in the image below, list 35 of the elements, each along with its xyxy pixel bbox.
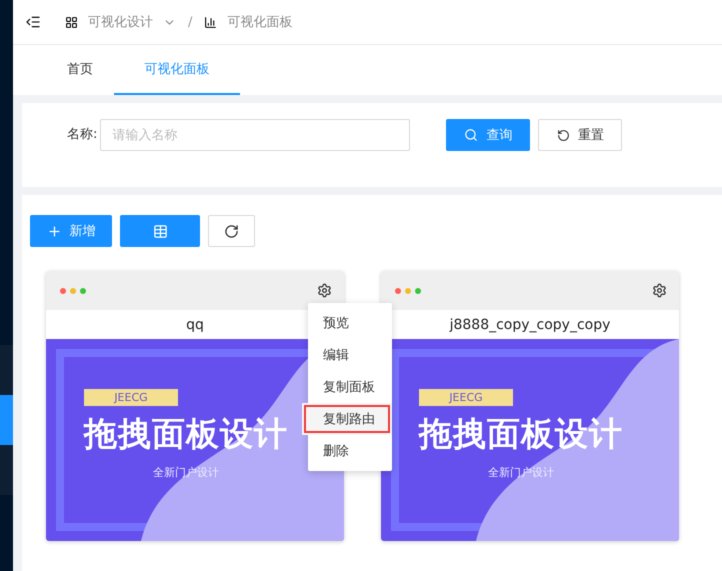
cover-tag: JEECG: [84, 389, 178, 406]
name-label: 名称:: [67, 126, 98, 144]
reset-button[interactable]: 重置: [538, 119, 622, 151]
cover-tag: JEECG: [419, 389, 513, 406]
search-icon: [464, 128, 478, 142]
refresh-icon: [224, 224, 239, 238]
plus-icon: [46, 224, 62, 238]
cover-subtitle: 全新门户设计: [153, 465, 219, 480]
menu-icon[interactable]: [25, 14, 41, 30]
grid-icon: [65, 16, 78, 28]
breadcrumb-link[interactable]: 可视化设计: [88, 13, 153, 31]
menu-item[interactable]: 编辑: [308, 339, 392, 371]
window-dots-icon: [395, 288, 422, 294]
menu-item[interactable]: 预览: [308, 307, 392, 339]
menu-item[interactable]: 删除: [308, 435, 392, 467]
table-view-button[interactable]: [120, 215, 200, 247]
refresh-button[interactable]: [208, 215, 255, 247]
breadcrumb-separator: /: [188, 14, 192, 30]
card-title: qq: [186, 316, 204, 334]
breadcrumb-link[interactable]: 可视化面板: [227, 13, 292, 31]
settings-icon[interactable]: [652, 283, 667, 298]
name-input[interactable]: 请输入名称: [100, 119, 410, 151]
cover-heading: 拖拽面板设计: [419, 413, 623, 455]
settings-icon[interactable]: [317, 283, 332, 298]
menu-item[interactable]: 复制路由: [302, 403, 392, 435]
card-title: j8888_copy_copy_copy: [450, 316, 610, 334]
menu-item[interactable]: 复制面板: [308, 371, 392, 403]
window-dots-icon: [60, 288, 87, 294]
reset-icon: [556, 128, 570, 142]
cover-heading: 拖拽面板设计: [84, 413, 288, 455]
bar-chart-icon: [204, 16, 218, 28]
table-icon: [152, 224, 168, 238]
cover-subtitle: 全新门户设计: [488, 465, 554, 480]
tab[interactable]: 首页: [46, 45, 114, 95]
panel-card[interactable]: j8888_copy_copy_copy JEECG 拖拽面板设计 全新门户设计: [381, 271, 679, 541]
